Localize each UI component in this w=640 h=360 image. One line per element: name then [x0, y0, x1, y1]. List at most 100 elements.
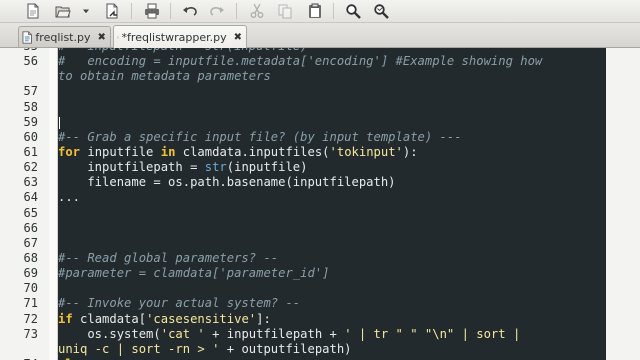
- code-token: # encoding = inputfile.metadata['encodin…: [58, 54, 543, 69]
- code-line[interactable]: 65: [0, 206, 606, 221]
- code-text[interactable]: os.system('cat ' + inputfilepath + ' | t…: [58, 327, 606, 342]
- code-line[interactable]: 56 # encoding = inputfile.metadata['encod…: [0, 54, 606, 69]
- toolbar-separator: [333, 3, 334, 19]
- code-line[interactable]: 71 #-- Invoke your actual system? --: [0, 296, 606, 311]
- line-number: 57: [23, 84, 38, 99]
- tab-label: freqlist.py: [35, 30, 91, 44]
- code-line[interactable]: 69 #parameter = clamdata['parameter_id']: [0, 266, 606, 281]
- code-token: ]:: [256, 311, 271, 326]
- code-line[interactable]: 67: [0, 236, 606, 251]
- code-line[interactable]: 57: [0, 84, 606, 99]
- code-lines[interactable]: 55# inputfilepath = str(inputfile)56# en…: [0, 48, 606, 360]
- python-file-icon: [117, 36, 119, 38]
- line-number: 60: [23, 129, 38, 144]
- code-line[interactable]: 72 if clamdata['casesensitive']:: [0, 312, 606, 327]
- code-token: (inputfile): [226, 160, 308, 175]
- code-line[interactable]: 64...: [0, 190, 606, 205]
- document-tab-bar: freqlist.py ✖ *freqlistwrapper.py ✖: [0, 23, 640, 48]
- code-editor[interactable]: 55# inputfilepath = str(inputfile)56# en…: [0, 48, 640, 360]
- code-line[interactable]: 58: [0, 100, 606, 115]
- line-number: 58: [23, 99, 38, 114]
- code-line[interactable]: 70: [0, 281, 606, 296]
- cut-icon[interactable]: [248, 2, 266, 20]
- code-text[interactable]: ...: [58, 190, 606, 205]
- code-token: str: [204, 160, 227, 175]
- line-number: 56: [23, 54, 38, 69]
- code-token: #-- Read global parameters? --: [58, 250, 279, 265]
- code-token: os.system(: [58, 326, 161, 341]
- code-line[interactable]: 61 for inputfile in clamdata.inputfiles('…: [0, 145, 606, 160]
- code-token: ...: [58, 190, 81, 205]
- code-line[interactable]: 68 #-- Read global parameters? --: [0, 251, 606, 266]
- code-token: inputfile: [80, 144, 161, 159]
- new-file-icon[interactable]: [24, 2, 42, 20]
- code-line[interactable]: 66: [0, 221, 606, 236]
- tab-freqlistwrapper[interactable]: *freqlistwrapper.py ✖: [113, 25, 247, 48]
- vertical-scrollbar[interactable]: [606, 48, 640, 360]
- code-line[interactable]: 62 inputfilepath = str(inputfile): [0, 160, 606, 175]
- print-icon[interactable]: [143, 2, 161, 20]
- undo-icon[interactable]: [181, 2, 199, 20]
- code-text[interactable]: uniq -c | sort -rn > ' + outputfilepath): [58, 342, 606, 357]
- code-token: #-- Invoke your actual system? --: [58, 296, 301, 311]
- code-token: filename = os.path.basename(inputfilepat…: [58, 175, 396, 190]
- redo-icon[interactable]: [208, 2, 226, 20]
- code-line[interactable]: 63 filename = os.path.basename(inputfile…: [0, 175, 606, 190]
- code-text[interactable]: # encoding = inputfile.metadata['encodin…: [58, 54, 606, 69]
- line-number: 69: [23, 266, 38, 281]
- line-number: 64: [23, 190, 38, 205]
- code-token: in: [160, 144, 176, 159]
- open-file-icon[interactable]: [54, 2, 72, 20]
- code-token: for: [58, 144, 81, 159]
- code-token: + outputfilepath): [219, 341, 352, 356]
- code-text[interactable]: #parameter = clamdata['parameter_id']: [58, 266, 606, 281]
- line-number: 72: [23, 311, 38, 326]
- toolbar-separator: [170, 3, 171, 19]
- code-token: ' | tr " " "\n" | sort |: [344, 326, 521, 341]
- code-token: 'cat ': [160, 326, 205, 341]
- code-token: uniq -c | sort -rn > ': [58, 341, 220, 356]
- replace-icon[interactable]: [372, 2, 390, 20]
- code-text[interactable]: #-- Invoke your actual system? --: [58, 296, 606, 311]
- code-token: #-- Grab a specific input file? (by inpu…: [58, 129, 462, 144]
- close-icon[interactable]: ✖: [234, 32, 242, 43]
- code-line[interactable]: 60 #-- Grab a specific input file? (by in…: [0, 130, 606, 145]
- code-token: 'casesensitive': [146, 311, 257, 326]
- main-toolbar: [0, 0, 640, 23]
- code-token: # inputfilepath = str(inputfile): [58, 48, 307, 53]
- code-line[interactable]: uniq -c | sort -rn > ' + outputfilepath): [0, 342, 606, 357]
- code-token: if: [58, 311, 73, 326]
- code-token: clamdata[: [72, 311, 147, 326]
- code-text[interactable]: #-- Read global parameters? --: [58, 251, 606, 266]
- save-file-icon[interactable]: [103, 2, 121, 20]
- paste-icon[interactable]: [306, 2, 324, 20]
- code-token: ):: [402, 144, 418, 159]
- code-text[interactable]: #-- Grab a specific input file? (by inpu…: [58, 130, 606, 145]
- line-number: 65: [23, 205, 38, 220]
- find-icon[interactable]: [344, 2, 362, 20]
- code-line[interactable]: 73 os.system('cat ' + inputfilepath + ' …: [0, 327, 606, 342]
- dropdown-arrow-icon[interactable]: [80, 2, 92, 20]
- code-token: #parameter = clamdata['parameter_id']: [58, 266, 330, 281]
- line-number: 67: [23, 235, 38, 250]
- tab-freqlist[interactable]: freqlist.py ✖: [18, 26, 111, 47]
- code-text[interactable]: to obtain metadata parameters: [58, 69, 606, 84]
- line-number: 63: [23, 175, 38, 190]
- code-line[interactable]: 59: [0, 115, 606, 130]
- code-text[interactable]: filename = os.path.basename(inputfilepat…: [58, 175, 606, 190]
- close-icon[interactable]: ✖: [97, 32, 106, 43]
- line-number: 68: [23, 250, 38, 265]
- python-file-icon: [22, 30, 32, 44]
- line-number: 59: [23, 114, 38, 129]
- line-number: 71: [23, 296, 38, 311]
- toolbar-separator: [131, 3, 132, 19]
- code-line[interactable]: to obtain metadata parameters: [0, 69, 606, 84]
- copy-icon[interactable]: [276, 2, 294, 20]
- code-text[interactable]: if clamdata['casesensitive']:: [58, 312, 606, 327]
- line-number: 61: [23, 144, 38, 159]
- text-cursor: [59, 116, 60, 129]
- code-text[interactable]: for inputfile in clamdata.inputfiles('to…: [58, 145, 606, 160]
- code-text[interactable]: inputfilepath = str(inputfile): [58, 160, 606, 175]
- line-number: 62: [23, 160, 38, 175]
- code-token: clamdata.inputfiles(: [175, 144, 330, 159]
